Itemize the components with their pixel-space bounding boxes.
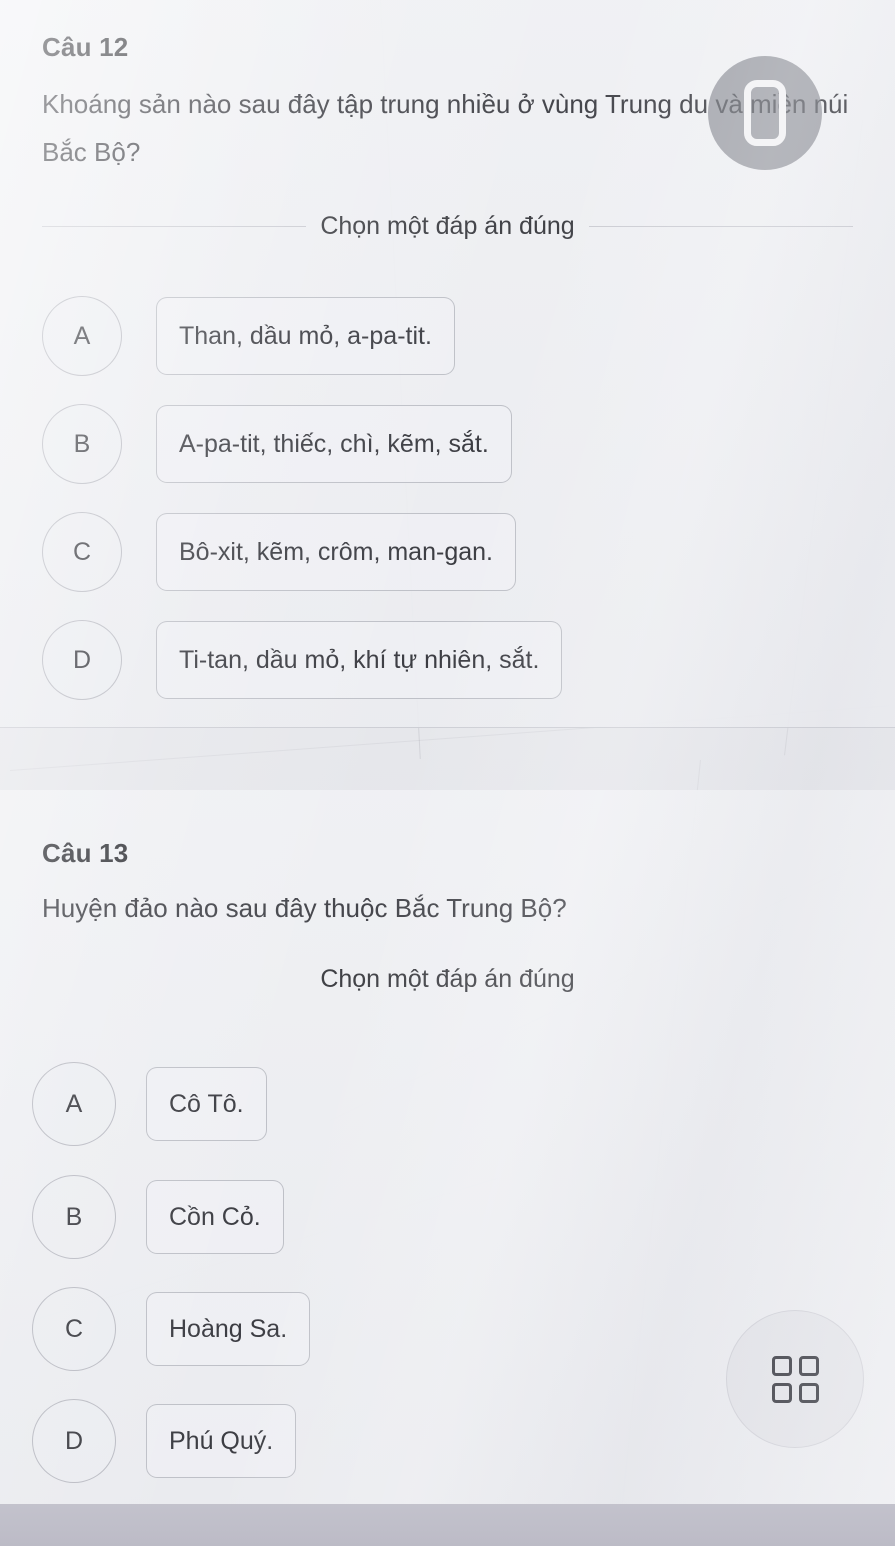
question-number: Câu 13 — [42, 838, 129, 868]
option-row-d[interactable]: D Ti-tan, dầu mỏ, khí tự nhiên, sắt. — [42, 620, 563, 700]
hint-rule-right — [588, 226, 853, 227]
option-letter-a[interactable]: A — [42, 296, 122, 376]
option-label-d[interactable]: Phú Quý. — [146, 1404, 297, 1478]
question-number: Câu 12 — [42, 32, 129, 62]
option-letter-c[interactable]: C — [42, 512, 122, 592]
option-label-a[interactable]: Than, dầu mỏ, a-pa-tit. — [156, 297, 455, 375]
quiz-screenshot: Câu 12 Khoáng sản nào sau đây tập trung … — [0, 0, 895, 1546]
answer-hint: Chọn một đáp án đúng — [320, 965, 575, 993]
option-letter-b[interactable]: B — [32, 1175, 116, 1259]
question-text: Khoáng sản nào sau đây tập trung nhiều ở… — [42, 89, 849, 167]
answer-hint: Chọn một đáp án đúng — [320, 212, 575, 240]
option-row-a[interactable]: A Cô Tô. — [32, 1062, 267, 1146]
question-card-13: Câu 13 Huyện đảo nào sau đây thuộc Bắc T… — [0, 790, 895, 1506]
option-label-b[interactable]: A-pa-tit, thiếc, chì, kẽm, sắt. — [156, 405, 512, 483]
option-row-c[interactable]: C Hoàng Sa. — [32, 1287, 311, 1371]
option-row-c[interactable]: C Bô-xit, kẽm, crôm, man-gan. — [42, 512, 516, 592]
option-letter-a[interactable]: A — [32, 1062, 116, 1146]
option-label-d[interactable]: Ti-tan, dầu mỏ, khí tự nhiên, sắt. — [156, 621, 563, 699]
option-label-c[interactable]: Bô-xit, kẽm, crôm, man-gan. — [156, 513, 516, 591]
option-row-a[interactable]: A Than, dầu mỏ, a-pa-tit. — [42, 296, 455, 376]
option-row-d[interactable]: D Phú Quý. — [32, 1399, 297, 1483]
question-card-12: Câu 12 Khoáng sản nào sau đây tập trung … — [0, 0, 895, 728]
option-letter-d[interactable]: D — [42, 620, 122, 700]
answer-hint-row: Chọn một đáp án đúng — [0, 212, 895, 241]
option-label-c[interactable]: Hoàng Sa. — [146, 1292, 311, 1366]
question-text: Huyện đảo nào sau đây thuộc Bắc Trung Bộ… — [42, 893, 567, 923]
option-label-b[interactable]: Cồn Cỏ. — [146, 1180, 284, 1254]
option-row-b[interactable]: B Cồn Cỏ. — [32, 1175, 284, 1259]
answer-hint-row: Chọn một đáp án đúng — [0, 965, 895, 994]
option-row-b[interactable]: B A-pa-tit, thiếc, chì, kẽm, sắt. — [42, 404, 512, 484]
option-letter-c[interactable]: C — [32, 1287, 116, 1371]
card-bottom-divider — [0, 727, 895, 728]
option-letter-d[interactable]: D — [32, 1399, 116, 1483]
option-label-a[interactable]: Cô Tô. — [146, 1067, 267, 1141]
hint-rule-left — [42, 226, 307, 227]
option-letter-b[interactable]: B — [42, 404, 122, 484]
